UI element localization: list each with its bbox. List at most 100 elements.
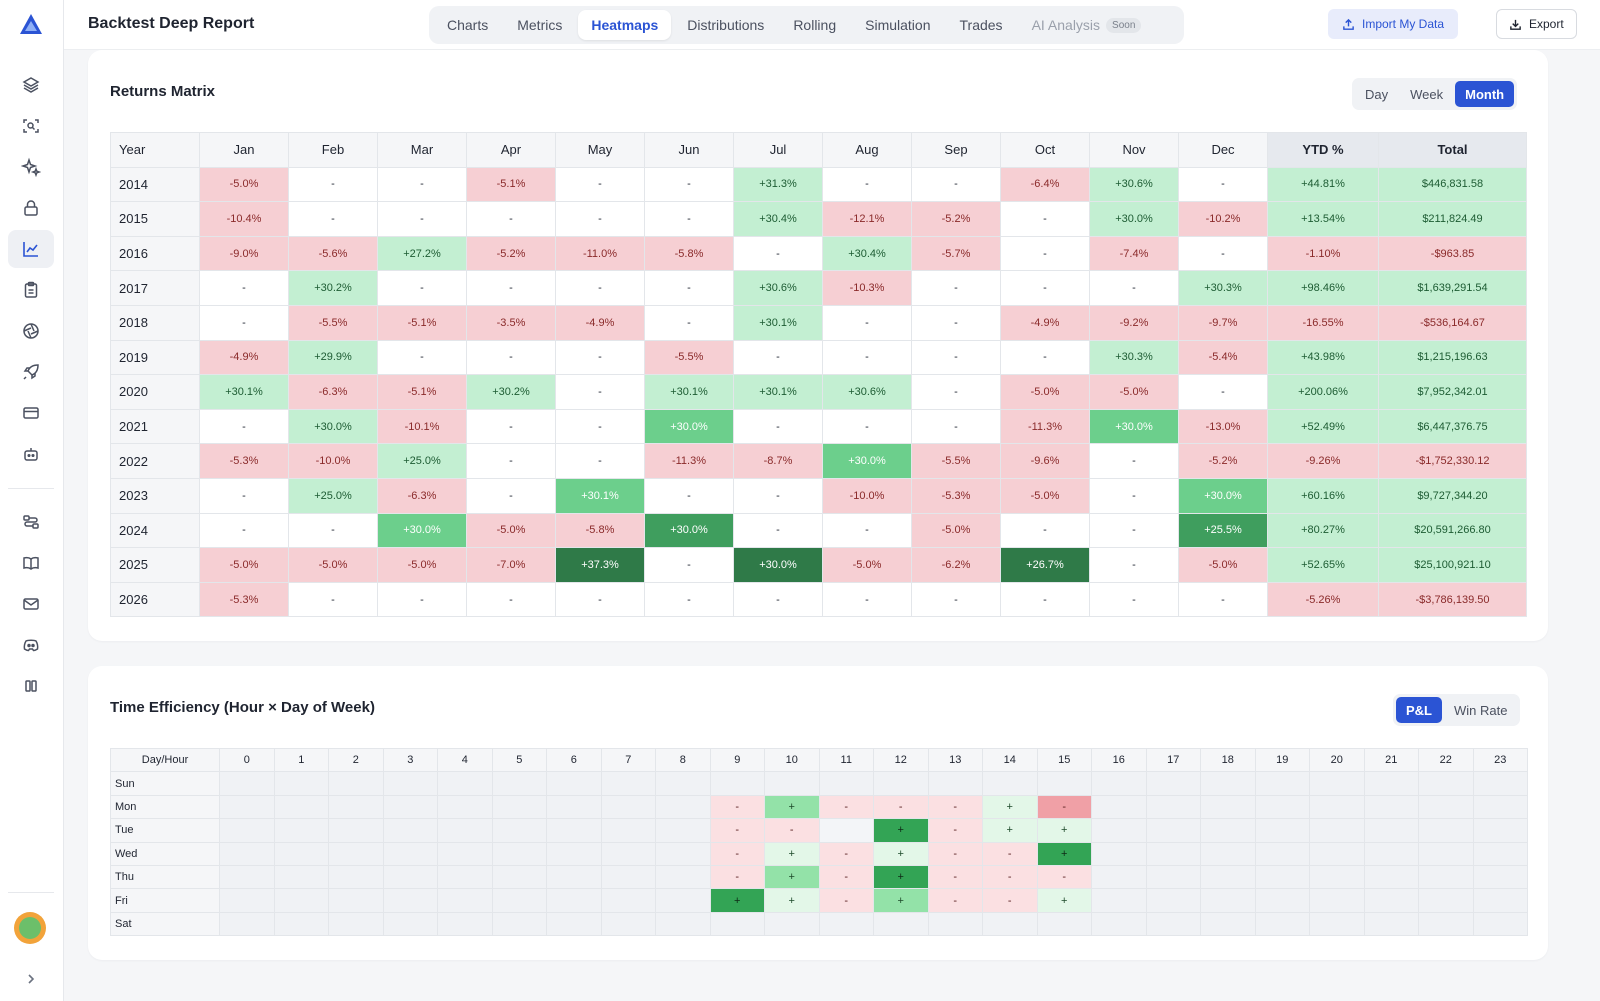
heat-cell[interactable]	[437, 888, 493, 913]
return-cell[interactable]: -5.2%	[1178, 443, 1268, 479]
return-cell[interactable]: -5.3%	[199, 443, 289, 479]
heat-cell[interactable]	[655, 888, 711, 913]
return-cell[interactable]: -	[911, 166, 1001, 203]
return-cell[interactable]: -	[199, 304, 289, 341]
return-cell[interactable]: -	[822, 304, 912, 341]
heat-cell[interactable]	[1472, 864, 1528, 890]
return-cell[interactable]: +30.1%	[733, 304, 823, 341]
heat-cell[interactable]: +	[873, 888, 929, 913]
heat-cell[interactable]	[1472, 841, 1528, 866]
heat-cell[interactable]	[328, 888, 384, 913]
heat-cell[interactable]	[1418, 794, 1474, 820]
return-cell[interactable]: -5.3%	[199, 581, 289, 618]
return-cell[interactable]: +30.3%	[1089, 339, 1179, 376]
heat-cell[interactable]	[709, 911, 765, 937]
return-cell[interactable]: -	[911, 408, 1001, 445]
return-cell[interactable]: -3.5%	[466, 304, 556, 341]
return-cell[interactable]: -	[555, 270, 645, 306]
period-day-button[interactable]: Day	[1355, 81, 1398, 107]
logo-icon[interactable]	[18, 12, 44, 38]
return-cell[interactable]: -5.5%	[288, 304, 378, 341]
return-cell[interactable]: -	[644, 201, 734, 237]
tab-charts[interactable]: Charts	[434, 10, 501, 40]
return-cell[interactable]: -5.0%	[822, 547, 912, 583]
return-cell[interactable]: -	[822, 512, 912, 549]
heat-cell[interactable]	[491, 841, 547, 866]
return-cell[interactable]: -4.9%	[1000, 304, 1090, 341]
return-cell[interactable]: -5.0%	[199, 166, 289, 203]
heat-cell[interactable]	[382, 841, 438, 866]
heat-cell[interactable]	[546, 888, 602, 913]
heat-cell[interactable]	[655, 911, 711, 937]
return-cell[interactable]: -10.4%	[199, 201, 289, 237]
return-cell[interactable]: -5.6%	[288, 235, 378, 272]
heat-cell[interactable]	[1363, 888, 1419, 913]
heat-cell[interactable]	[1363, 794, 1419, 820]
return-cell[interactable]: -	[733, 339, 823, 376]
heat-cell[interactable]	[1145, 864, 1201, 890]
return-cell[interactable]: +30.6%	[733, 270, 823, 306]
return-cell[interactable]: -6.3%	[288, 374, 378, 410]
return-cell[interactable]: +25.0%	[377, 443, 467, 479]
sidebar-item-analytics[interactable]	[8, 230, 54, 268]
return-cell[interactable]: -	[288, 581, 378, 618]
return-cell[interactable]: -4.9%	[199, 339, 289, 376]
heat-cell[interactable]	[273, 911, 329, 937]
heat-cell[interactable]	[382, 888, 438, 913]
heat-cell[interactable]	[1091, 864, 1147, 890]
return-cell[interactable]: +30.1%	[644, 374, 734, 410]
sidebar-item-layers[interactable]	[8, 66, 54, 104]
return-cell[interactable]: -	[822, 166, 912, 203]
heat-cell[interactable]	[1145, 794, 1201, 820]
return-cell[interactable]: -	[377, 201, 467, 237]
heat-cell[interactable]	[546, 818, 602, 843]
return-cell[interactable]: -	[555, 443, 645, 479]
return-cell[interactable]: -	[1000, 235, 1090, 272]
return-cell[interactable]: -	[733, 581, 823, 618]
tab-simulation[interactable]: Simulation	[852, 10, 943, 40]
heat-cell[interactable]	[818, 911, 874, 937]
return-cell[interactable]: -	[466, 581, 556, 618]
return-cell[interactable]: -	[644, 547, 734, 583]
return-cell[interactable]: -5.0%	[911, 512, 1001, 549]
return-cell[interactable]: +30.0%	[377, 512, 467, 549]
return-cell[interactable]: -5.0%	[377, 547, 467, 583]
heat-cell[interactable]	[437, 818, 493, 843]
heat-cell[interactable]	[600, 911, 656, 937]
return-cell[interactable]: -	[1000, 201, 1090, 237]
heat-cell[interactable]	[1363, 911, 1419, 937]
return-cell[interactable]: -	[555, 339, 645, 376]
heat-cell[interactable]	[1309, 771, 1365, 796]
heat-cell[interactable]: -	[927, 818, 983, 843]
heat-cell[interactable]	[1309, 818, 1365, 843]
return-cell[interactable]: +30.1%	[199, 374, 289, 410]
heat-cell[interactable]	[600, 864, 656, 890]
heat-cell[interactable]: -	[764, 818, 820, 843]
return-cell[interactable]: +29.9%	[288, 339, 378, 376]
tab-heatmaps[interactable]: Heatmaps	[578, 10, 672, 40]
return-cell[interactable]: -	[822, 581, 912, 618]
return-cell[interactable]: +30.6%	[1089, 166, 1179, 203]
return-cell[interactable]: +27.2%	[377, 235, 467, 272]
heat-cell[interactable]	[273, 864, 329, 890]
return-cell[interactable]: -	[911, 374, 1001, 410]
return-cell[interactable]: -	[822, 339, 912, 376]
return-cell[interactable]: -	[199, 270, 289, 306]
return-cell[interactable]: -	[1000, 581, 1090, 618]
heat-cell[interactable]: +	[764, 888, 820, 913]
return-cell[interactable]: -	[911, 581, 1001, 618]
sidebar-item-discord[interactable]	[8, 626, 54, 664]
return-cell[interactable]: -	[1178, 235, 1268, 272]
return-cell[interactable]: -7.4%	[1089, 235, 1179, 272]
return-cell[interactable]: -	[199, 408, 289, 445]
heat-cell[interactable]	[328, 841, 384, 866]
return-cell[interactable]: +30.0%	[644, 512, 734, 549]
heat-cell[interactable]: +	[982, 818, 1038, 843]
heat-cell[interactable]	[219, 864, 275, 890]
return-cell[interactable]: -9.7%	[1178, 304, 1268, 341]
heat-cell[interactable]	[982, 911, 1038, 937]
return-cell[interactable]: -	[199, 477, 289, 514]
return-cell[interactable]: -5.0%	[199, 547, 289, 583]
return-cell[interactable]: -	[1089, 547, 1179, 583]
heat-cell[interactable]	[764, 911, 820, 937]
